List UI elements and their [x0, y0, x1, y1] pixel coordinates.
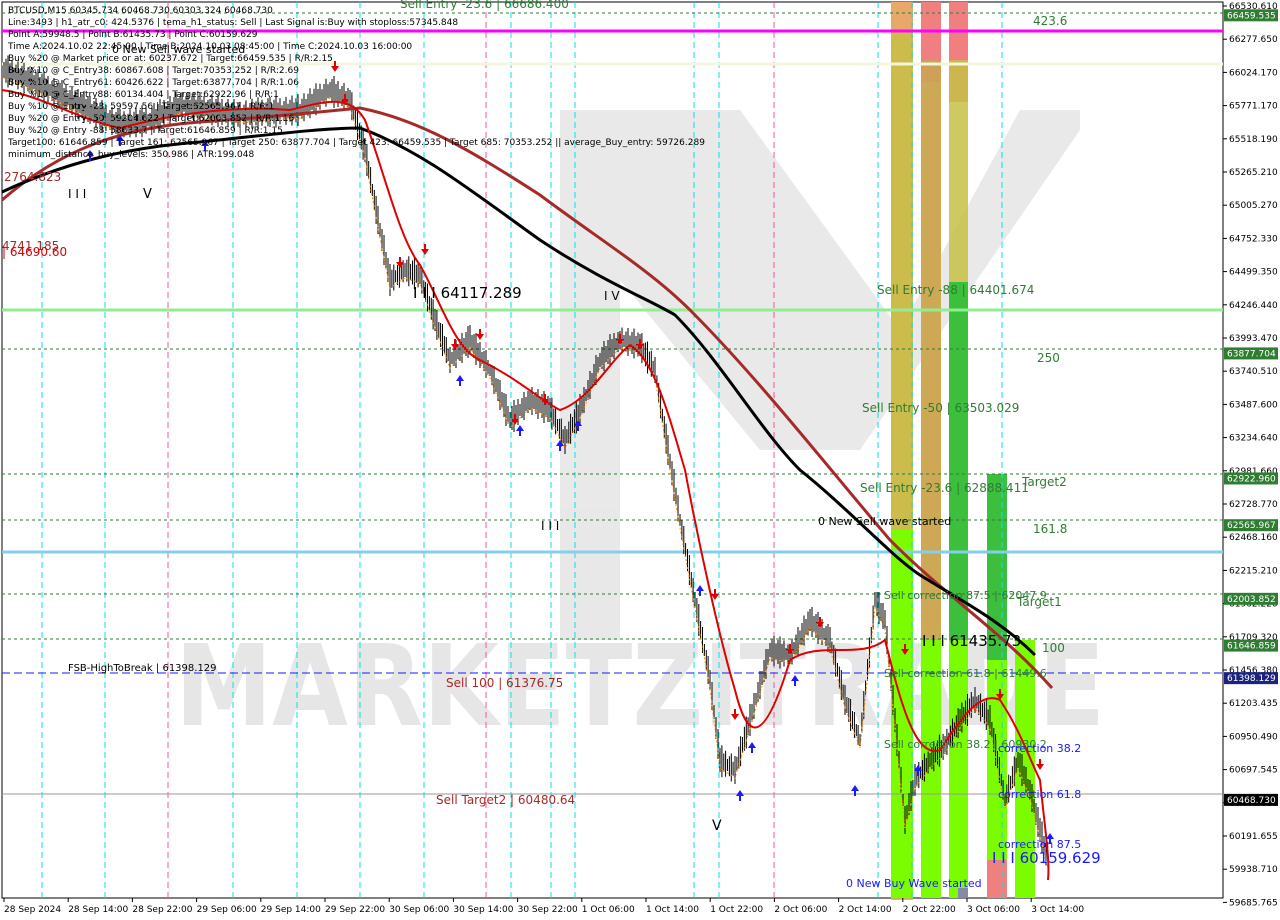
zone-bar-olive-3 [949, 60, 968, 290]
target2-label: Target2 [1021, 475, 1067, 489]
info-line-1: Line:3493 | h1_atr_c0: 424.5376 | tema_h… [8, 18, 458, 28]
price-tick-label: 64499.350 [1229, 268, 1278, 278]
price-tick-label: 65771.170 [1229, 102, 1278, 112]
time-tick-label: 2 Oct 14:00 [839, 905, 892, 915]
price-tick-label: 61203.435 [1229, 699, 1278, 709]
wave-marker-iii-1: I I I [68, 187, 86, 201]
time-tick-label: 29 Sep 14:00 [261, 905, 321, 915]
price-chart: MARKETZITRADE BTCUSD,M15 60345.734 60468… [0, 0, 1280, 920]
price-tick-label: 63740.510 [1229, 367, 1278, 377]
level-64117-label: I I I 64117.289 [413, 284, 522, 302]
price-tick-label: 60950.490 [1229, 732, 1278, 742]
info-line-9: Buy %20 @ Entry -50: 59204.622 | Target:… [8, 114, 295, 124]
price-marker-label: 61646.859 [1227, 642, 1276, 652]
sell-entry-top-label: Sell Entry -23.6 | 66686.400 [400, 0, 569, 11]
wave-marker-v-1: V [143, 187, 152, 202]
price-marker-label: 63877.704 [1227, 349, 1276, 359]
price-tick-label: 64246.440 [1229, 301, 1278, 311]
price-tick-label: 65265.210 [1229, 168, 1278, 178]
target1-label: Target1 [1016, 595, 1062, 609]
price-tick-label: 66024.170 [1229, 68, 1278, 78]
price-tick-label: 65005.270 [1229, 201, 1278, 211]
info-line-11: Target100: 61646.859 | Target 161: 62565… [7, 138, 705, 148]
target-4236-label: 423.6 [1033, 14, 1067, 28]
time-tick-label: 1 Oct 06:00 [582, 905, 635, 915]
time-tick-label: 3 Oct 14:00 [1031, 905, 1084, 915]
info-line-12: minimum_distance_buy_levels: 350.986 | A… [8, 150, 254, 160]
price-tick-label: 62468.160 [1229, 533, 1278, 543]
info-line-10: Buy %20 @ Entry -88: 58633.7 | Target:61… [8, 126, 283, 136]
time-tick-label: 2 Oct 22:00 [903, 905, 956, 915]
price-marker-label: 60468.730 [1227, 796, 1276, 806]
time-tick-label: 28 Sep 2024 [4, 905, 61, 915]
sell-correction-618-label: Sell correction 61.8 | 61449.6 [884, 667, 1047, 680]
info-line-7: Buy %10 @ C_Entry88: 60134.404 | Target:… [8, 90, 279, 100]
new-buy-wave-label: 0 New Buy Wave started [846, 877, 982, 890]
correction-618-label: correction 61.8 [998, 788, 1081, 801]
target-250-label: 250 [1037, 351, 1060, 365]
price-tick-label: 64752.330 [1229, 234, 1278, 244]
price-tick-label: 63487.600 [1229, 400, 1278, 410]
wave-marker-iv: I V [604, 289, 620, 303]
time-tick-label: 30 Sep 14:00 [453, 905, 513, 915]
info-line-6: Buy %10 @ C_Entry61: 60426.622 | Target:… [8, 78, 299, 88]
info-line-2: Point A:59948.5 | Point B:61435.73 | Poi… [8, 30, 258, 40]
target-1618-label: 161.8 [1033, 522, 1067, 536]
time-tick-label: 1 Oct 22:00 [710, 905, 763, 915]
price-tick-label: 59938.710 [1229, 865, 1278, 875]
wave-marker-iii-2: I I I [541, 519, 559, 533]
sell-entry-236-label: Sell Entry -23.6 | 62888.411 [860, 481, 1029, 495]
time-tick-label: 3 Oct 06:00 [967, 905, 1020, 915]
sell-target2-label: Sell Target2 | 60480.64 [436, 793, 575, 807]
time-tick-label: 29 Sep 22:00 [325, 905, 385, 915]
time-tick-label: 30 Sep 22:00 [518, 905, 578, 915]
price-marker-label: 61398.129 [1227, 674, 1276, 684]
price-tick-label: 66277.650 [1229, 35, 1278, 45]
level-60159-label: I I I 60159.629 [992, 849, 1101, 867]
fib-2764-label: 2764.823 [4, 170, 61, 184]
new-sell-wave-mid-label: 0 New Sell wave started [818, 515, 951, 528]
time-tick-label: 2 Oct 06:00 [774, 905, 827, 915]
info-line-8: Buy %10 @ Entry -23: 59597.56 | Target:6… [8, 102, 274, 112]
info-line-5: Buy %10 @ C_Entry38: 60867.608 | Target:… [8, 66, 299, 76]
fsb-label: FSB-HighToBreak | 61398.129 [68, 663, 217, 674]
sell-entry-50-label: Sell Entry -50 | 63503.029 [862, 401, 1019, 415]
wave-marker-v-2: V [712, 818, 722, 834]
price-tick-label: 63234.640 [1229, 434, 1278, 444]
price-marker-label: 62922.960 [1227, 474, 1276, 484]
time-tick-label: 1 Oct 14:00 [646, 905, 699, 915]
price-tick-label: 62215.210 [1229, 566, 1278, 576]
correction-382-label: correction 38.2 [998, 742, 1081, 755]
price-tick-label: 60191.655 [1229, 832, 1278, 842]
chart-title: BTCUSD,M15 60345.734 60468.730 60303.324… [8, 6, 273, 16]
price-tick-label: 62728.770 [1229, 500, 1278, 510]
time-tick-label: 28 Sep 14:00 [68, 905, 128, 915]
price-tick-label: 59685.765 [1229, 898, 1278, 908]
target-100-label: 100 [1042, 641, 1065, 655]
price-tick-label: 65518.190 [1229, 135, 1278, 145]
price-marker-label: 66459.535 [1227, 11, 1276, 21]
price-marker-label: 62565.967 [1227, 521, 1276, 531]
time-tick-label: 28 Sep 22:00 [132, 905, 192, 915]
price-tick-label: 60697.545 [1229, 766, 1278, 776]
new-sell-wave-top-label: 0 New Sell wave started [112, 43, 245, 56]
sell-100-label: Sell 100 | 61376.75 [446, 676, 563, 690]
sell-entry-88-label: Sell Entry -88 | 64401.674 [877, 283, 1034, 297]
level-61435-label: I I I 61435.73 [922, 632, 1021, 650]
price-marker-label: 62003.852 [1227, 595, 1276, 605]
time-tick-label: 29 Sep 06:00 [197, 905, 257, 915]
fib-64690-label: | 64690.60 [2, 245, 67, 259]
zone-bar-green [891, 530, 913, 898]
price-tick-label: 63993.470 [1229, 334, 1278, 344]
time-tick-label: 30 Sep 06:00 [389, 905, 449, 915]
